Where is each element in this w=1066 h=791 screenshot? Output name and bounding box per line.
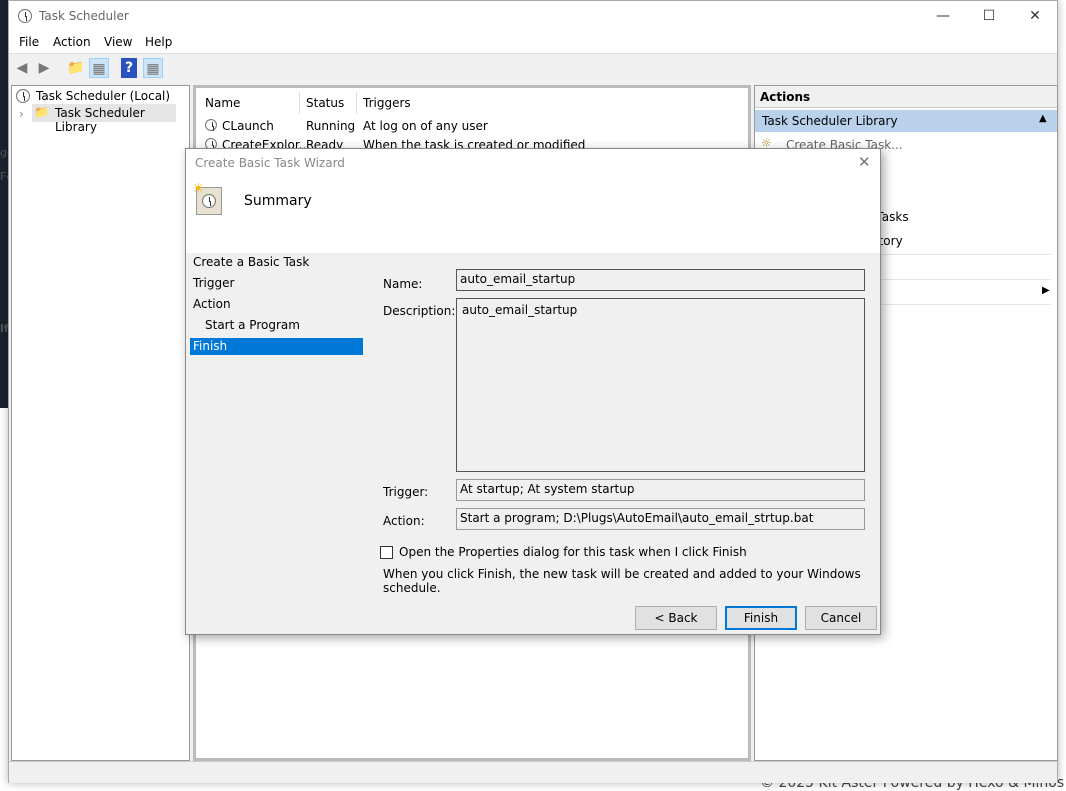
cancel-button[interactable]: Cancel: [805, 606, 877, 630]
back-arrow-icon[interactable]: ◀: [12, 58, 32, 78]
step-trigger: Trigger: [193, 276, 235, 290]
submenu-arrow-icon[interactable]: ▶: [1042, 285, 1050, 296]
description-field[interactable]: auto_email_startup: [456, 298, 865, 472]
table-row[interactable]: CLaunch Running At log on of any user: [196, 117, 748, 135]
action-label: Action:: [383, 514, 425, 528]
column-name[interactable]: Name: [205, 96, 240, 110]
folder-up-icon[interactable]: 📁: [66, 58, 86, 78]
finish-info-text: When you click Finish, the new task will…: [383, 567, 861, 595]
status-bar: [9, 761, 1057, 783]
column-triggers[interactable]: Triggers: [363, 96, 411, 110]
task-status: Running: [306, 119, 356, 133]
description-label: Description:: [383, 304, 456, 318]
menu-file[interactable]: File: [19, 35, 39, 49]
menu-help[interactable]: Help: [145, 35, 172, 49]
show-hide-tree-icon[interactable]: ▦: [89, 58, 109, 78]
actions-header: Actions: [760, 90, 811, 104]
expand-chevron-icon[interactable]: ›: [19, 107, 24, 121]
step-start-program: Start a Program: [205, 318, 300, 332]
help-icon[interactable]: ?: [121, 58, 137, 78]
menu-bar: File Action View Help: [9, 31, 1057, 54]
task-name: CLaunch: [222, 119, 274, 133]
checkbox-label[interactable]: Open the Properties dialog for this task…: [399, 545, 747, 559]
step-action: Action: [193, 297, 231, 311]
toolbar: ◀ ▶ 📁 ▦ ? ▦: [9, 55, 1057, 81]
clock-icon: [18, 9, 32, 23]
open-properties-checkbox[interactable]: [380, 546, 393, 559]
dialog-close-button[interactable]: ✕: [858, 153, 871, 171]
task-trigger: At log on of any user: [363, 119, 488, 133]
column-status[interactable]: Status: [306, 96, 344, 110]
create-basic-task-wizard: Create Basic Task Wizard ✕ ☀ Summary Cre…: [185, 148, 881, 635]
collapse-arrow-icon[interactable]: ▲: [1039, 113, 1047, 124]
minimize-button[interactable]: —: [920, 1, 966, 31]
tree-item-label: Task Scheduler Library: [55, 106, 145, 134]
menu-action[interactable]: Action: [53, 35, 91, 49]
actions-section-header[interactable]: Task Scheduler Library ▲: [755, 110, 1057, 132]
trigger-field: At startup; At system startup: [456, 479, 865, 501]
task-wizard-icon: ☀: [192, 181, 222, 215]
clock-icon: [16, 89, 30, 103]
window-title: Task Scheduler: [39, 9, 129, 23]
tree-root[interactable]: Task Scheduler (Local): [36, 89, 170, 103]
action-field: Start a program; D:\Plugs\AutoEmail\auto…: [456, 508, 865, 530]
step-finish: Finish: [190, 338, 363, 355]
close-button[interactable]: ✕: [1012, 1, 1058, 31]
step-create-basic-task: Create a Basic Task: [193, 255, 310, 269]
back-button[interactable]: < Back: [635, 606, 717, 630]
trigger-label: Trigger:: [383, 485, 429, 499]
wizard-header: Create Basic Task Wizard ✕ ☀ Summary: [186, 149, 880, 253]
forward-arrow-icon[interactable]: ▶: [34, 58, 54, 78]
show-hide-action-pane-icon[interactable]: ▦: [143, 58, 163, 78]
clock-icon: [205, 119, 217, 131]
maximize-button[interactable]: ☐: [966, 1, 1012, 31]
finish-button[interactable]: Finish: [725, 606, 797, 630]
folder-clock-icon: 📁: [34, 105, 49, 119]
sun-icon: ☀: [192, 181, 205, 197]
wizard-heading: Summary: [244, 193, 312, 209]
dialog-title: Create Basic Task Wizard: [195, 156, 345, 170]
name-field[interactable]: auto_email_startup: [456, 269, 865, 291]
tree-item-library[interactable]: 📁 Task Scheduler Library: [32, 104, 176, 134]
section-title: Task Scheduler Library: [762, 114, 898, 128]
console-tree: Task Scheduler (Local) › 📁 Task Schedule…: [11, 85, 190, 761]
name-label: Name:: [383, 277, 423, 291]
title-bar: Task Scheduler — ☐ ✕: [9, 1, 1057, 31]
menu-view[interactable]: View: [104, 35, 132, 49]
